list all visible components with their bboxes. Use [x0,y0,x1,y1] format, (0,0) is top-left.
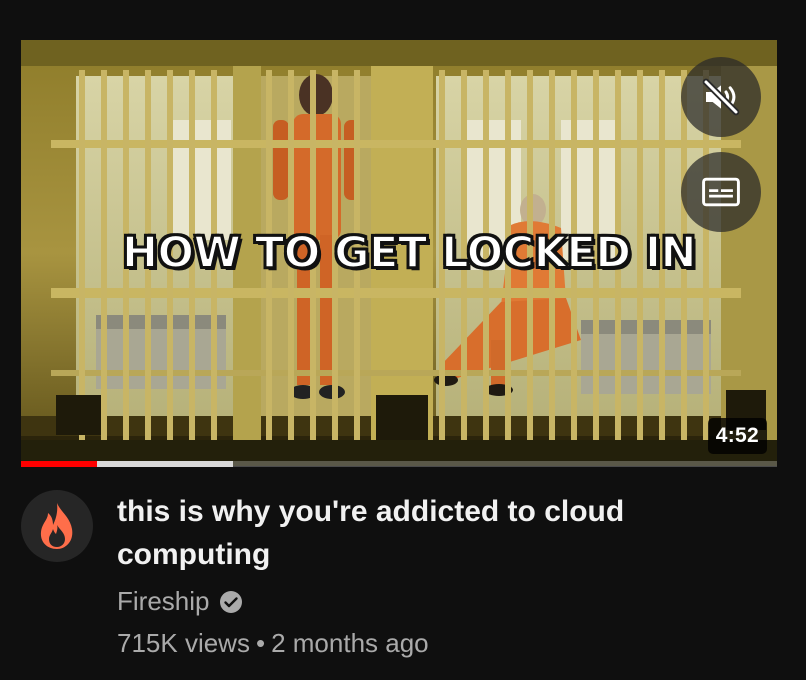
upload-age: 2 months ago [271,628,429,658]
separator-dot: • [255,628,266,658]
video-metadata: 715K views • 2 months ago [117,628,429,659]
channel-name-row[interactable]: Fireship [117,586,243,617]
video-title[interactable]: this is why you're addicted to cloud com… [117,490,717,576]
duration-badge: 4:52 [707,418,767,454]
video-card: HOW TO GET LOCKED IN 4:52 this is why yo… [0,0,806,680]
video-thumbnail[interactable]: HOW TO GET LOCKED IN 4:52 [21,40,777,466]
verified-check-icon [220,590,243,613]
watch-progress-bar[interactable] [21,461,777,467]
view-count: 715K views [117,628,250,658]
played-progress [21,461,97,467]
captions-button[interactable] [681,152,761,232]
channel-name[interactable]: Fireship [117,586,209,617]
captions-icon [702,177,740,207]
flame-icon [40,503,73,549]
channel-avatar[interactable] [21,490,93,562]
volume-muted-icon [702,78,740,116]
thumbnail-title-text: HOW TO GET LOCKED IN [121,227,698,279]
mute-button[interactable] [681,57,761,137]
